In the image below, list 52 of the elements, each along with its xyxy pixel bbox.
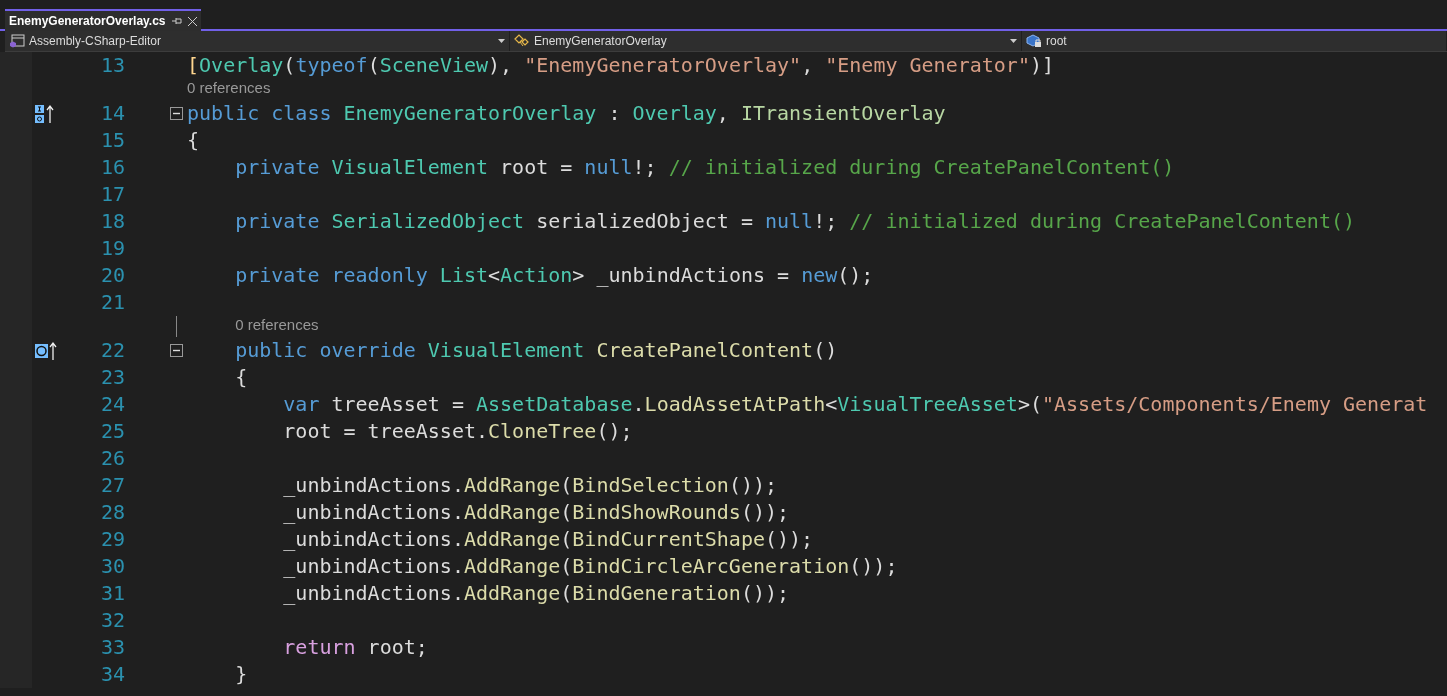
line-number: 27 bbox=[99, 472, 125, 499]
code-line: _unbindActions.AddRange(BindShowRounds()); bbox=[282, 499, 790, 526]
line-number: 16 bbox=[99, 154, 125, 181]
line-number: 14 bbox=[99, 100, 125, 127]
dropdown-caret-icon bbox=[1010, 39, 1017, 43]
line-number: 20 bbox=[99, 262, 125, 289]
project-icon bbox=[9, 34, 25, 48]
line-number: 30 bbox=[99, 553, 125, 580]
line-number: 31 bbox=[99, 580, 125, 607]
code-line: public override VisualElement CreatePanelContent() bbox=[234, 337, 838, 364]
line-number: 24 bbox=[99, 391, 125, 418]
file-tab[interactable]: EnemyGeneratorOverlay.cs bbox=[5, 9, 201, 31]
collapse-icon[interactable] bbox=[170, 107, 183, 120]
line-number: 32 bbox=[99, 607, 125, 634]
line-number: 17 bbox=[99, 181, 125, 208]
line-number: 34 bbox=[99, 661, 125, 688]
code-line: public class EnemyGeneratorOverlay : Overlay, ITransientOverlay bbox=[187, 100, 946, 127]
code-line: { bbox=[187, 127, 200, 154]
code-line: } bbox=[234, 661, 248, 688]
references-codelens[interactable]: 0 references bbox=[187, 79, 271, 100]
line-number: 15 bbox=[99, 127, 125, 154]
line-number: 18 bbox=[99, 208, 125, 235]
code-line: _unbindActions.AddRange(BindCircleArcGeneration()); bbox=[282, 553, 898, 580]
code-line: _unbindActions.AddRange(BindCurrentShape()); bbox=[282, 526, 814, 553]
code-line: private VisualElement root = null!; // initialized during CreatePanelContent() bbox=[234, 154, 1175, 181]
line-number: 22 bbox=[99, 337, 125, 364]
pin-icon[interactable] bbox=[171, 17, 182, 25]
code-line: private readonly List<Action> _unbindActions = new(); bbox=[234, 262, 874, 289]
line-number: 28 bbox=[99, 499, 125, 526]
field-lock-icon bbox=[1026, 34, 1042, 48]
code-line: return root; bbox=[282, 634, 428, 661]
line-number: 29 bbox=[99, 526, 125, 553]
dropdown-caret-icon bbox=[498, 39, 505, 43]
code-line: _unbindActions.AddRange(BindSelection()); bbox=[282, 472, 778, 499]
code-line: { bbox=[234, 364, 248, 391]
line-number: 33 bbox=[99, 634, 125, 661]
line-number: 19 bbox=[99, 235, 125, 262]
code-line: private SerializedObject serializedObject = null!; // initialized during CreatePanelContent() bbox=[234, 208, 1355, 235]
code-line: var treeAsset = AssetDatabase.LoadAssetAtPath<VisualTreeAsset>("Assets/Components/Enemy Generat bbox=[282, 391, 1428, 418]
line-number: 26 bbox=[99, 445, 125, 472]
close-icon[interactable] bbox=[187, 16, 197, 26]
override-marker-icon[interactable] bbox=[35, 340, 57, 361]
code-line: root = treeAsset.CloneTree(); bbox=[282, 418, 633, 445]
line-number: 21 bbox=[99, 289, 125, 316]
class-icon bbox=[514, 34, 530, 48]
line-number: 25 bbox=[99, 418, 125, 445]
references-codelens[interactable]: 0 references bbox=[235, 316, 319, 337]
line-number: 13 bbox=[99, 52, 125, 79]
code-line: _unbindActions.AddRange(BindGeneration()); bbox=[282, 580, 790, 607]
line-number: 23 bbox=[99, 364, 125, 391]
collapse-icon[interactable] bbox=[170, 344, 183, 357]
code-line: [Overlay(typeof(SceneView), "EnemyGeneratorOverlay", "Enemy Generator")] bbox=[187, 52, 1055, 79]
